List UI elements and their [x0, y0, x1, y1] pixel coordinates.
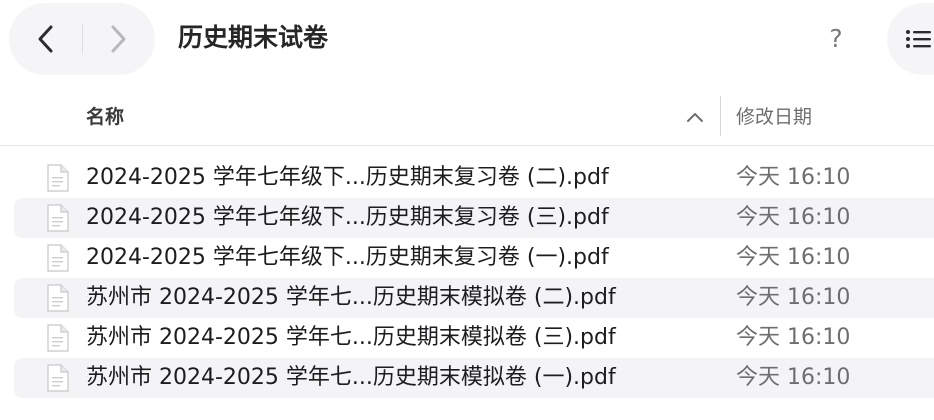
finder-window: 历史期末试卷 ? 名称 修改日期 2024-2025 学年七年级下...历史期末…	[0, 0, 934, 420]
file-list: 2024-2025 学年七年级下...历史期末复习卷 (二).pdf 今天 16…	[0, 158, 934, 398]
file-date-modified: 今天 16:10	[736, 245, 851, 270]
pdf-file-icon	[47, 164, 69, 192]
column-divider[interactable]	[720, 96, 721, 136]
chevron-left-icon	[38, 25, 53, 53]
file-name: 2024-2025 学年七年级下...历史期末复习卷 (三).pdf	[86, 205, 609, 230]
header-divider	[0, 145, 934, 146]
pdf-file-icon	[47, 364, 69, 392]
back-button[interactable]	[10, 4, 82, 74]
file-row[interactable]: 2024-2025 学年七年级下...历史期末复习卷 (一).pdf 今天 16…	[14, 238, 934, 278]
pdf-file-icon	[47, 204, 69, 232]
window-title: 历史期末试卷	[178, 23, 329, 52]
forward-button[interactable]	[82, 4, 154, 74]
file-row[interactable]: 苏州市 2024-2025 学年七...历史期末模拟卷 (一).pdf 今天 1…	[14, 358, 934, 398]
file-date-modified: 今天 16:10	[736, 285, 851, 310]
help-button[interactable]: ?	[816, 18, 856, 58]
list-view-icon	[906, 30, 931, 48]
file-row[interactable]: 苏州市 2024-2025 学年七...历史期末模拟卷 (三).pdf 今天 1…	[14, 318, 934, 358]
navigation-pill	[10, 4, 154, 74]
pdf-file-icon	[47, 284, 69, 312]
file-name: 2024-2025 学年七年级下...历史期末复习卷 (二).pdf	[86, 165, 609, 190]
file-name: 苏州市 2024-2025 学年七...历史期末模拟卷 (三).pdf	[86, 325, 616, 350]
chevron-up-icon[interactable]	[684, 108, 706, 126]
file-date-modified: 今天 16:10	[736, 365, 851, 390]
pdf-file-icon	[47, 324, 69, 352]
view-options-pill	[888, 4, 934, 74]
column-date-modified-header[interactable]: 修改日期	[736, 96, 812, 138]
file-date-modified: 今天 16:10	[736, 165, 851, 190]
pdf-file-icon	[47, 244, 69, 272]
help-icon: ?	[829, 23, 843, 53]
chevron-right-icon	[111, 25, 126, 53]
file-date-modified: 今天 16:10	[736, 325, 851, 350]
file-row[interactable]: 2024-2025 学年七年级下...历史期末复习卷 (三).pdf 今天 16…	[14, 198, 934, 238]
file-row[interactable]: 苏州市 2024-2025 学年七...历史期末模拟卷 (二).pdf 今天 1…	[14, 278, 934, 318]
file-row[interactable]: 2024-2025 学年七年级下...历史期末复习卷 (二).pdf 今天 16…	[14, 158, 934, 198]
file-name: 2024-2025 学年七年级下...历史期末复习卷 (一).pdf	[86, 245, 609, 270]
toolbar: 历史期末试卷 ?	[0, 0, 934, 80]
file-name: 苏州市 2024-2025 学年七...历史期末模拟卷 (二).pdf	[86, 285, 616, 310]
column-header: 名称 修改日期	[0, 96, 934, 138]
file-name: 苏州市 2024-2025 学年七...历史期末模拟卷 (一).pdf	[86, 365, 616, 390]
list-view-button[interactable]	[902, 24, 932, 54]
file-date-modified: 今天 16:10	[736, 205, 851, 230]
column-name-header[interactable]: 名称	[86, 96, 124, 138]
